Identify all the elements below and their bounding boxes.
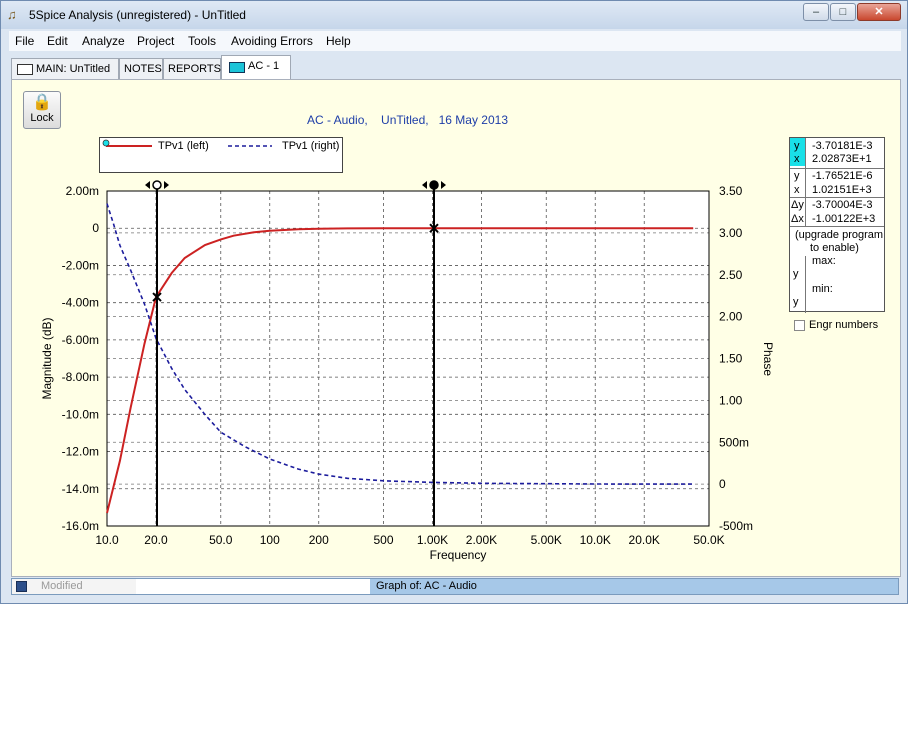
upgrade-note-line1: (upgrade program bbox=[795, 229, 884, 241]
engr-numbers-option[interactable]: Engr numbers bbox=[794, 319, 878, 331]
y2-tick-label: 500m bbox=[719, 435, 749, 449]
y-tick-label: -10.0m bbox=[62, 407, 99, 421]
app-window: ♫ 5Spice Analysis (unregistered) - UnTit… bbox=[0, 0, 908, 604]
x-tick-label: 20.0K bbox=[629, 533, 660, 547]
readout-key: Δy bbox=[791, 199, 804, 211]
readout-key: x bbox=[794, 153, 800, 165]
y2-tick-label: 1.00 bbox=[719, 393, 743, 407]
readout-row: Δy -3.70004E-3 bbox=[790, 198, 884, 212]
y-axis-label: Magnitude (dB) bbox=[40, 317, 54, 399]
readout-row: Δx -1.00122E+3 bbox=[790, 212, 884, 226]
x-tick-label: 10.0K bbox=[580, 533, 611, 547]
cursor-handle-dot bbox=[152, 180, 162, 190]
x-tick-label: 2.00K bbox=[466, 533, 497, 547]
readout-value: -1.00122E+3 bbox=[812, 213, 876, 225]
x-tick-label: 50.0 bbox=[209, 533, 233, 547]
y-tick-label: 2.00m bbox=[66, 184, 99, 198]
readout-value: 1.02151E+3 bbox=[812, 184, 872, 196]
cursor-readout: y -3.70181E-3 x 2.02873E+1 y -1.76521E-6 x1… bbox=[789, 137, 885, 313]
readout-key: y bbox=[794, 170, 800, 182]
x-axis-label: Frequency bbox=[430, 548, 487, 562]
readout-separator bbox=[790, 226, 884, 227]
x-tick-label: 200 bbox=[309, 533, 329, 547]
x-tick-label: 10.0 bbox=[95, 533, 119, 547]
readout-row: y -1.76521E-6 bbox=[790, 169, 884, 183]
cursor-handle-icon bbox=[145, 180, 170, 190]
status-bar: Modified Graph of: AC - Audio bbox=[11, 578, 899, 595]
status-field bbox=[136, 579, 370, 594]
y2-tick-label: 3.00 bbox=[719, 226, 743, 240]
y2-tick-label: 2.00 bbox=[719, 310, 743, 324]
readout-key: Δx bbox=[791, 213, 804, 225]
x-tick-label: 1.00K bbox=[417, 533, 448, 547]
readout-key: y bbox=[794, 140, 800, 152]
y2-tick-label: 2.50 bbox=[719, 268, 743, 282]
bode-chart[interactable]: 10.0 20.0 50.0 100 200 500 1.00K 2.00K 5.00K 10.0… bbox=[1, 1, 910, 576]
x-tick-label: 500 bbox=[373, 533, 393, 547]
readout-value: -3.70181E-3 bbox=[812, 140, 873, 152]
y2-tick-label: -500m bbox=[719, 519, 753, 533]
y2-axis-label: Phase bbox=[761, 342, 775, 376]
y2-tick-label: 3.50 bbox=[719, 184, 743, 198]
x-tick-label: 50.0K bbox=[693, 533, 724, 547]
save-icon[interactable] bbox=[16, 581, 27, 592]
engr-numbers-checkbox[interactable] bbox=[794, 319, 805, 331]
readout-divider bbox=[805, 256, 806, 313]
readout-row: x 1.02151E+3 bbox=[790, 183, 884, 197]
y-tick-label: -14.0m bbox=[62, 482, 99, 496]
readout-row: y -3.70181E-3 bbox=[790, 139, 884, 153]
y-tick-label: -2.00m bbox=[62, 258, 99, 272]
y-tick-label: -8.00m bbox=[62, 370, 99, 384]
cursor-handle-icon bbox=[422, 180, 447, 190]
y-tick-label: -16.0m bbox=[62, 519, 99, 533]
readout-row: x 2.02873E+1 bbox=[790, 152, 884, 166]
max-label: max: bbox=[812, 255, 836, 267]
min-label: min: bbox=[812, 283, 833, 295]
readout-key: x bbox=[794, 184, 800, 196]
x-tick-label: 5.00K bbox=[531, 533, 562, 547]
cursor-handle-dot bbox=[429, 180, 439, 190]
engr-numbers-label: Engr numbers bbox=[809, 319, 879, 331]
y-tick-label: -6.00m bbox=[62, 333, 99, 347]
x-tick-label: 20.0 bbox=[144, 533, 168, 547]
readout-value: -1.76521E-6 bbox=[812, 170, 873, 182]
y-tick-label: -12.0m bbox=[62, 445, 99, 459]
status-modified: Modified bbox=[41, 580, 83, 592]
min-y-label: y bbox=[793, 296, 799, 308]
max-y-label: y bbox=[793, 268, 799, 280]
y-tick-label: -4.00m bbox=[62, 296, 99, 310]
x-tick-label: 100 bbox=[260, 533, 280, 547]
y2-tick-label: 1.50 bbox=[719, 352, 743, 366]
y-tick-label: 0 bbox=[92, 221, 99, 235]
status-left-panel: Modified bbox=[12, 579, 136, 594]
upgrade-note-line2: to enable) bbox=[810, 242, 859, 254]
readout-value: -3.70004E-3 bbox=[812, 199, 873, 211]
status-graph-of: Graph of: AC - Audio bbox=[376, 580, 477, 592]
readout-value: 2.02873E+1 bbox=[812, 153, 872, 165]
y2-tick-label: 0 bbox=[719, 477, 726, 491]
